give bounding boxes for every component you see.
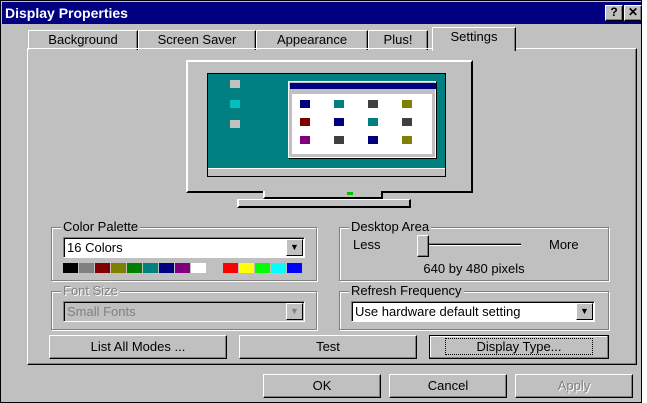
tab-strip: Background Screen Saver Appearance Plus!… bbox=[1, 25, 641, 51]
tab-background[interactable]: Background bbox=[28, 30, 138, 50]
ok-button[interactable]: OK bbox=[263, 374, 381, 398]
tab-settings[interactable]: Settings bbox=[432, 27, 516, 51]
close-button[interactable]: ✕ bbox=[624, 5, 642, 21]
tab-plus[interactable]: Plus! bbox=[368, 30, 428, 50]
settings-panel bbox=[27, 48, 637, 365]
title-bar: Display Properties ? ✕ bbox=[2, 2, 642, 24]
cancel-button[interactable]: Cancel bbox=[389, 374, 507, 398]
tab-appearance[interactable]: Appearance bbox=[256, 30, 368, 50]
window-title: Display Properties bbox=[5, 5, 128, 21]
apply-button[interactable]: Apply bbox=[515, 374, 633, 398]
display-properties-window: Display Properties ? ✕ Background Screen… bbox=[0, 0, 642, 403]
tab-screen-saver[interactable]: Screen Saver bbox=[138, 30, 256, 50]
help-button[interactable]: ? bbox=[605, 5, 623, 21]
